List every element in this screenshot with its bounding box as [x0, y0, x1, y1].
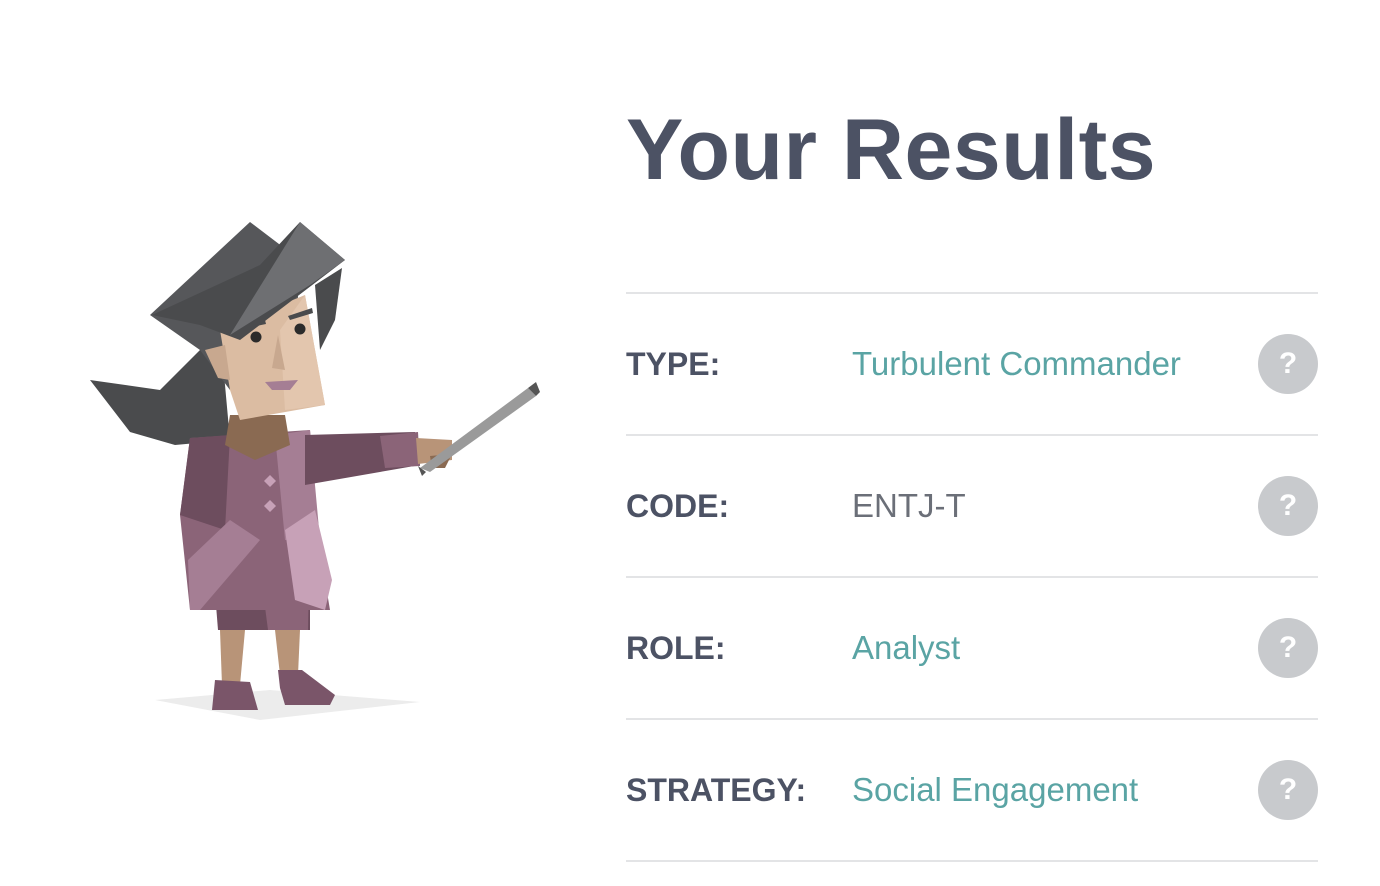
code-value: ENTJ-T	[852, 487, 966, 524]
code-help-button[interactable]: ?	[1258, 476, 1318, 536]
commander-character-illustration	[80, 210, 550, 730]
page-title: Your Results	[626, 102, 1157, 198]
strategy-value[interactable]: Social Engagement	[852, 770, 1138, 810]
result-row-type: TYPE: Turbulent Commander ?	[626, 294, 1318, 436]
type-label: TYPE:	[626, 346, 721, 382]
results-list: TYPE: Turbulent Commander ? CODE: ENTJ-T…	[626, 292, 1318, 862]
results-page: Your Results TYPE: Turbulent Commander ?…	[0, 0, 1380, 886]
result-row-strategy: STRATEGY: Social Engagement ?	[626, 720, 1318, 862]
type-value[interactable]: Turbulent Commander	[852, 344, 1181, 384]
role-label: ROLE:	[626, 630, 726, 666]
strategy-help-button[interactable]: ?	[1258, 760, 1318, 820]
result-row-role: ROLE: Analyst ?	[626, 578, 1318, 720]
type-help-button[interactable]: ?	[1258, 334, 1318, 394]
strategy-label: STRATEGY:	[626, 772, 807, 808]
role-help-button[interactable]: ?	[1258, 618, 1318, 678]
code-label: CODE:	[626, 488, 730, 524]
role-value[interactable]: Analyst	[852, 628, 960, 668]
result-row-code: CODE: ENTJ-T ?	[626, 436, 1318, 578]
